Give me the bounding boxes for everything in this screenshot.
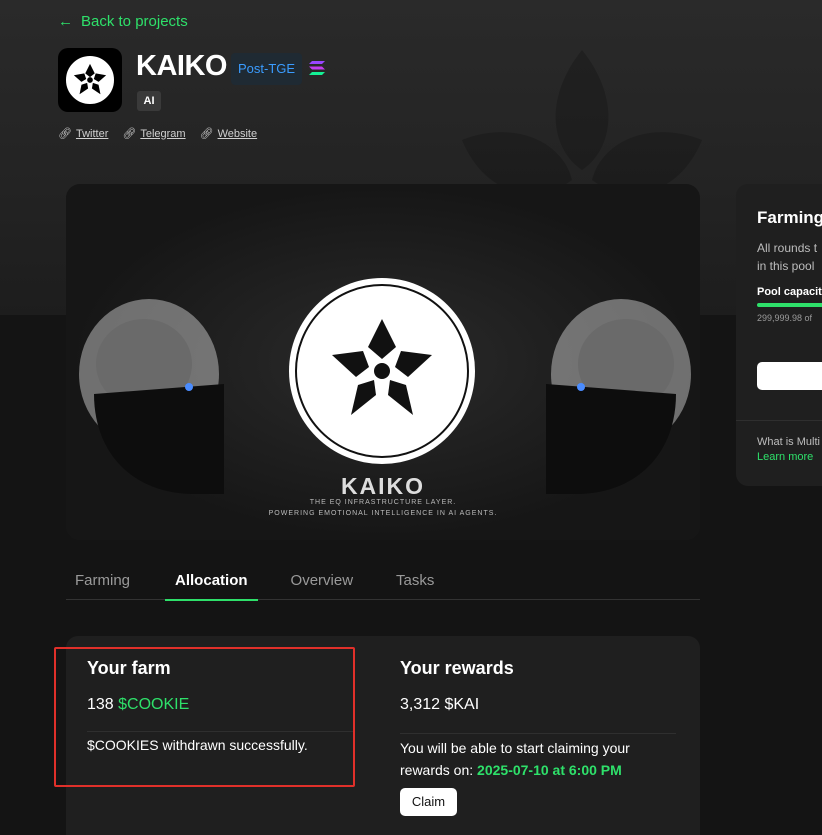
claim-button[interactable]: Claim [400,788,457,816]
banner-tagline-1: THE EQ INFRASTRUCTURE LAYER. [309,499,457,506]
side-panel-button[interactable] [757,362,822,390]
project-title: KAIKO [136,50,227,82]
website-link[interactable]: 🔗︎ Website [199,127,258,141]
learn-more-link[interactable]: Learn more [757,451,813,463]
pool-capacity-value: 299,999.98 of [757,313,813,323]
rewards-title: Your rewards [400,658,514,678]
highlight-box [54,647,355,787]
divider [736,420,822,421]
status-badge: Post-TGE [231,53,303,85]
back-to-projects-link[interactable]: ← Back to projects [58,13,188,30]
pool-capacity-bar [757,303,822,307]
banner-tagline-2: POWERING EMOTIONAL INTELLIGENCE IN AI AG… [268,510,498,517]
robot-head-left-image [79,299,224,494]
link-icon: 🔗︎ [199,128,214,140]
side-panel-desc-line-1: All rounds t [757,241,818,255]
side-panel-title: Farming [757,208,822,227]
link-icon: 🔗︎ [122,128,137,140]
arrow-left-icon: ← [58,13,73,30]
rewards-amount: 3,312 $KAI [400,696,480,713]
kaiko-flower-icon [73,63,107,95]
back-label: Back to projects [81,13,188,30]
tab-tasks[interactable]: Tasks [396,562,434,600]
twitter-label: Twitter [75,127,109,140]
tab-overview[interactable]: Overview [291,562,354,600]
tab-farming[interactable]: Farming [75,562,130,600]
project-banner: KAIKO THE EQ INFRASTRUCTURE LAYER. POWER… [66,184,700,540]
rewards-claim-message: You will be able to start claiming your … [400,737,680,781]
page: ← Back to projects KAIKO Post-TGE AI 🔗︎ … [0,0,822,835]
tab-bar: Farming Allocation Overview Tasks [66,562,700,601]
link-icon: 🔗︎ [58,128,72,140]
telegram-label: Telegram [140,127,186,140]
category-tag: AI [137,91,161,111]
side-panel-desc-line-2: in this pool [757,259,815,273]
banner-brand: KAIKO [340,473,426,499]
faq-question: What is Multi [757,436,820,448]
farming-side-panel: Farming All rounds t in this pool Pool c… [736,184,822,486]
project-logo [58,48,122,112]
pool-capacity-label: Pool capacit [757,286,822,298]
telegram-link[interactable]: 🔗︎ Telegram [122,127,186,141]
rewards-claim-date: 2025-07-10 at 6:00 PM [477,762,622,778]
divider [400,733,676,734]
solana-icon [306,54,328,82]
robot-head-right-image [546,299,691,494]
side-panel-desc: All rounds t in this pool [757,239,817,275]
twitter-link[interactable]: 🔗︎ Twitter [58,127,109,141]
tab-allocation[interactable]: Allocation [165,562,257,601]
social-links: 🔗︎ Twitter 🔗︎ Telegram 🔗︎ Website [58,127,258,141]
website-label: Website [217,127,258,140]
banner-logo-icon [289,278,475,464]
